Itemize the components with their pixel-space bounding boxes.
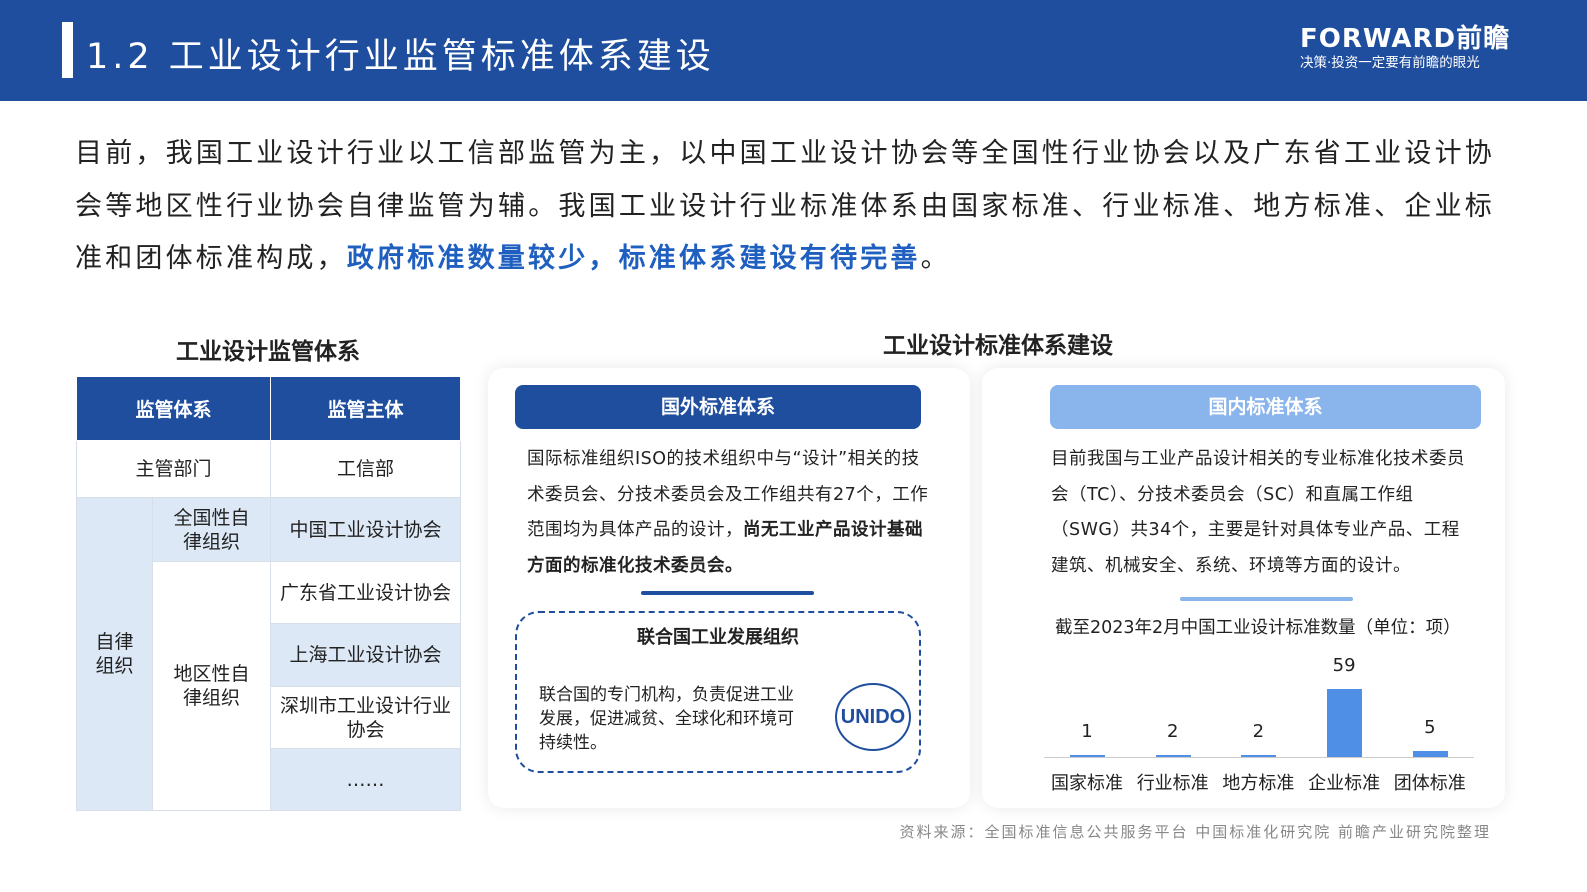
logo: FORWARD前瞻 决策·投资一定要有前瞻的眼光 [1300, 24, 1510, 72]
table-cell: 主管部门 [76, 440, 271, 498]
chart-baseline [1044, 757, 1474, 758]
table-header: 监管体系 [76, 376, 271, 441]
logo-text: FORWARD前瞻 [1300, 24, 1511, 54]
bar-value-label: 5 [1424, 717, 1436, 739]
divider [1180, 597, 1353, 601]
category-label: 团体标准 [1393, 773, 1466, 794]
bar-value-label: 2 [1252, 720, 1265, 742]
header: 1.2 工业设计行业监管标准体系建设 FORWARD前瞻 决策·投资一定要有前瞻… [0, 0, 1587, 101]
table-cell: …… [270, 748, 461, 811]
table-cell: 深圳市工业设计行业协会 [270, 686, 461, 749]
standards-title: 工业设计标准体系建设 [883, 333, 1113, 359]
logo-slogan: 决策·投资一定要有前瞻的眼光 [1300, 55, 1480, 71]
bar-value-label: 1 [1081, 721, 1093, 742]
table-cell: 工信部 [270, 440, 461, 498]
category-label: 地方标准 [1222, 773, 1295, 794]
table-title: 工业设计监管体系 [176, 339, 360, 365]
unido-logo: UNIDO [835, 683, 911, 751]
source-note: 资料来源：全国标准信息公共服务平台 中国标准化研究院 前瞻产业研究院整理 [899, 823, 1491, 841]
title-accent-bar [62, 22, 73, 78]
intro-paragraph: 目前，我国工业设计行业以工信部监管为主，以中国工业设计协会等全国性行业协会以及广… [75, 128, 1495, 286]
table-cell: 地区性自律组织 [152, 561, 271, 811]
chart-title: 截至2023年2月中国工业设计标准数量（单位：项） [1055, 618, 1461, 638]
domestic-card [982, 368, 1505, 808]
table-header: 监管主体 [270, 376, 461, 441]
table-cell: 全国性自律组织 [152, 497, 271, 562]
domestic-label: 国内标准体系 [1050, 385, 1481, 429]
supervision-table: 监管体系 监管主体 主管部门 工信部 自律组织 全国性自律组织 中国工业设计协会 地区性… [76, 376, 461, 811]
foreign-label: 国外标准体系 [515, 385, 921, 429]
table-cell: 自律组织 [76, 497, 153, 811]
domestic-text: 目前我国与工业产品设计相关的专业标准化技术委员会（TC）、分技术委员会（SC）和… [1051, 449, 1465, 576]
page-title: 1.2 工业设计行业监管标准体系建设 [86, 37, 715, 77]
divider [641, 591, 814, 595]
bar-value-label: 59 [1332, 655, 1356, 676]
unido-logo-text: UNIDO [840, 705, 906, 728]
category-label: 企业标准 [1308, 773, 1381, 794]
table-cell: 上海工业设计协会 [270, 623, 461, 687]
category-label: 国家标准 [1051, 773, 1123, 794]
table-cell: 中国工业设计协会 [270, 497, 461, 562]
bar-企业标准 [1327, 689, 1363, 757]
bar-value-label: 2 [1166, 720, 1179, 742]
unido-text: 联合国的专门机构，负责促进工业发展，促进减贫、全球化和环境可持续性。 [539, 685, 794, 753]
unido-box: 联合国工业发展组织 联合国的专门机构，负责促进工业发展，促进减贫、全球化和环境可… [515, 611, 921, 773]
unido-title: 联合国工业发展组织 [637, 627, 799, 648]
category-label: 行业标准 [1136, 773, 1209, 794]
intro-end: 。 [920, 243, 951, 274]
table-cell: 广东省工业设计协会 [270, 561, 461, 624]
intro-highlight: 政府标准数量较少，标准体系建设有待完善 [346, 243, 921, 274]
